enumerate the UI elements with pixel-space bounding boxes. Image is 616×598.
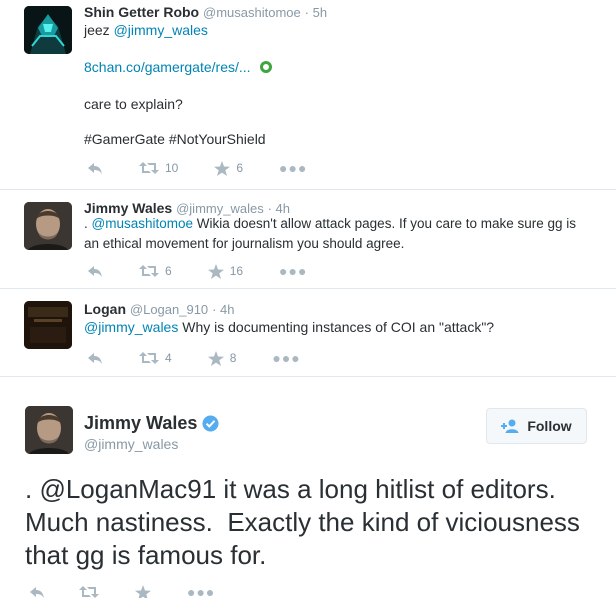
avatar[interactable] bbox=[25, 406, 73, 454]
display-name[interactable]: Logan bbox=[84, 301, 126, 317]
more-icon: ●●● bbox=[279, 263, 308, 279]
tweet-text-prefix: . bbox=[25, 474, 40, 504]
favorite-count: 16 bbox=[229, 264, 244, 278]
timestamp[interactable]: 4h bbox=[220, 302, 234, 317]
tweet-logan[interactable]: Logan @Logan_910 · 4h @jimmy_wales Why i… bbox=[0, 289, 616, 376]
tweet-text-line2: care to explain? bbox=[84, 96, 183, 112]
tweet-text-prefix: . bbox=[84, 216, 92, 231]
separator: · bbox=[304, 5, 313, 20]
main-tweet-actions: ●●● bbox=[29, 584, 215, 598]
more-button[interactable]: ●●● bbox=[279, 160, 308, 176]
tweet-actions: 10 6 ●●● bbox=[87, 160, 307, 176]
favorite-button[interactable]: 8 bbox=[207, 350, 237, 366]
verified-badge-icon bbox=[202, 415, 219, 432]
retweet-count: 4 bbox=[165, 351, 172, 365]
handle[interactable]: @Logan_910 bbox=[130, 302, 208, 317]
tweet-text-line1: jeez @jimmy_wales bbox=[84, 20, 208, 40]
tweet-link-line: 8chan.co/gamergate/res/... bbox=[84, 57, 273, 77]
follow-button[interactable]: Follow bbox=[486, 408, 587, 444]
reply-icon bbox=[88, 163, 102, 174]
favorite-count: 8 bbox=[229, 351, 237, 365]
mention-link[interactable]: @musashitomoe bbox=[92, 216, 194, 231]
more-button[interactable]: ●●● bbox=[279, 263, 308, 279]
mention-link[interactable]: @jimmy_wales bbox=[84, 319, 178, 335]
main-tweet: Jimmy Wales @jimmy_wales Follow . @Logan… bbox=[0, 376, 616, 598]
follow-person-icon bbox=[501, 419, 519, 433]
retweet-button[interactable]: 4 bbox=[139, 351, 172, 365]
retweet-button[interactable]: 10 bbox=[139, 161, 178, 175]
favorite-button[interactable] bbox=[135, 584, 151, 598]
hashtags[interactable]: #GamerGate #NotYourShield bbox=[84, 129, 266, 149]
more-button[interactable]: ●●● bbox=[187, 584, 216, 598]
main-tweet-text: . @LoganMac91 it was a long hitlist of e… bbox=[25, 473, 585, 572]
favorite-button[interactable]: 6 bbox=[214, 160, 244, 176]
handle[interactable]: @jimmy_wales bbox=[84, 436, 178, 452]
follow-label: Follow bbox=[527, 418, 572, 434]
mention-link[interactable]: @jimmy_wales bbox=[114, 22, 208, 38]
reply-icon bbox=[88, 353, 102, 364]
favorite-icon bbox=[207, 263, 224, 279]
url-link[interactable]: 8chan.co/gamergate/res/... bbox=[84, 59, 251, 75]
reply-icon bbox=[88, 266, 102, 277]
display-name[interactable]: Jimmy Wales bbox=[84, 413, 197, 434]
display-name[interactable]: Shin Getter Robo bbox=[84, 4, 199, 20]
reply-button[interactable] bbox=[87, 351, 103, 365]
favorite-icon bbox=[135, 584, 151, 598]
favorite-icon bbox=[207, 350, 224, 366]
tweet-text: . @musashitomoe Wikia doesn't allow atta… bbox=[84, 214, 584, 254]
timestamp[interactable]: 5h bbox=[313, 5, 327, 20]
separator: · bbox=[212, 302, 221, 317]
reply-button[interactable] bbox=[87, 264, 103, 278]
reply-icon bbox=[30, 587, 44, 598]
retweet-icon bbox=[79, 586, 99, 598]
more-icon: ●●● bbox=[187, 584, 216, 598]
more-button[interactable]: ●●● bbox=[272, 350, 301, 366]
favorite-button[interactable]: 16 bbox=[207, 263, 244, 279]
more-icon: ●●● bbox=[279, 160, 308, 176]
mention-link[interactable]: @LoganMac91 bbox=[39, 474, 216, 504]
tweet-shin-getter-robo[interactable]: Shin Getter Robo @musashitomoe · 5h jeez… bbox=[0, 0, 616, 190]
more-icon: ●●● bbox=[272, 350, 301, 366]
tweet-text-prefix: jeez bbox=[84, 22, 114, 38]
retweet-count: 6 bbox=[165, 264, 172, 278]
retweet-count: 10 bbox=[165, 161, 179, 175]
retweet-icon bbox=[139, 352, 159, 364]
handle[interactable]: @musashitomoe bbox=[203, 5, 301, 20]
retweet-icon bbox=[139, 162, 159, 174]
retweet-icon bbox=[139, 265, 159, 277]
tweet-text: @jimmy_wales Why is documenting instance… bbox=[84, 317, 584, 337]
main-tweet-name-row: Jimmy Wales bbox=[84, 413, 219, 434]
link-preview-icon[interactable] bbox=[260, 61, 273, 74]
favorite-icon bbox=[214, 160, 231, 176]
favorite-count: 6 bbox=[236, 161, 244, 175]
tweet-actions: 4 8 ●●● bbox=[87, 350, 301, 366]
avatar[interactable] bbox=[24, 6, 72, 54]
avatar[interactable] bbox=[24, 301, 72, 349]
reply-button[interactable] bbox=[29, 585, 45, 598]
tweet-header: Shin Getter Robo @musashitomoe · 5h bbox=[84, 4, 327, 21]
retweet-button[interactable]: 6 bbox=[139, 264, 172, 278]
tweet-jimmy-wales-reply[interactable]: Jimmy Wales @jimmy_wales · 4h . @musashi… bbox=[0, 190, 616, 289]
retweet-button[interactable] bbox=[79, 585, 99, 598]
tweet-text-body: Why is documenting instances of COI an "… bbox=[178, 319, 495, 335]
tweet-header: Logan @Logan_910 · 4h bbox=[84, 301, 234, 318]
reply-button[interactable] bbox=[87, 161, 103, 175]
avatar[interactable] bbox=[24, 202, 72, 250]
tweet-actions: 6 16 ●●● bbox=[87, 263, 307, 279]
